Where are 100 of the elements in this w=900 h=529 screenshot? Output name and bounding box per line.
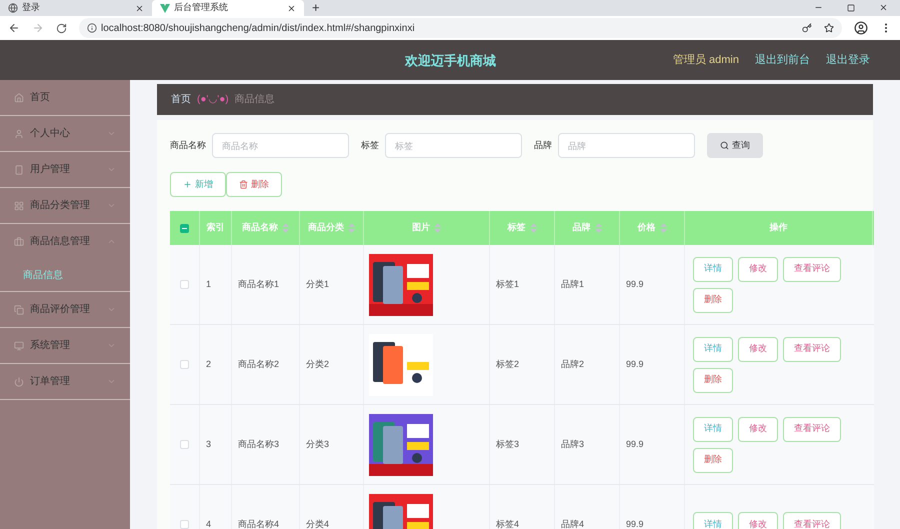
table-cell-text: 分类3 xyxy=(306,438,330,451)
edit-button[interactable]: 查看评论 xyxy=(783,416,841,442)
grid-icon xyxy=(14,200,24,210)
profile-icon[interactable] xyxy=(854,21,868,35)
tab-title: 登录 xyxy=(22,1,41,14)
sidebar-label: 商品分类管理 xyxy=(30,198,91,213)
edit-button[interactable]: 修改 xyxy=(738,336,778,362)
phone-icon xyxy=(14,164,24,174)
sidebar-item[interactable]: 用户管理 xyxy=(0,152,130,187)
maximize-icon[interactable] xyxy=(847,4,855,12)
sort-icon xyxy=(594,223,602,233)
sidebar-item[interactable]: 个人中心 xyxy=(0,116,130,151)
sidebar-label: 系统管理 xyxy=(30,338,71,353)
table-cell: 分类4 xyxy=(306,518,330,529)
search-button[interactable]: 查询 xyxy=(707,133,763,158)
field-label: 品牌 xyxy=(534,138,552,152)
row-checkbox[interactable] xyxy=(180,360,189,369)
browser-tab[interactable]: 后台管理系统 xyxy=(152,0,304,16)
sort-icon xyxy=(530,223,536,233)
tab-title: 后台管理系统 xyxy=(174,1,229,14)
header-link[interactable]: 退出到前台 xyxy=(755,52,810,68)
details-button[interactable]: 详情 xyxy=(693,256,733,282)
browser-tab[interactable]: 登录 xyxy=(0,0,152,16)
chevron-up-icon xyxy=(107,237,116,246)
chevron-down-icon xyxy=(107,305,116,314)
sort-icon xyxy=(348,223,355,233)
table-cell: 商品名称4 xyxy=(238,518,280,529)
sidebar-item[interactable]: 商品分类管理 xyxy=(0,188,130,223)
edit-button[interactable]: 修改 xyxy=(738,512,778,529)
sidebar-item[interactable]: 商品评价管理 xyxy=(0,292,130,327)
sidebar-item[interactable]: 订单管理 xyxy=(0,364,130,399)
sidebar-label: 商品评价管理 xyxy=(30,302,91,317)
table-cell-text: 99.9 xyxy=(626,438,644,451)
sidebar-item[interactable]: 系统管理 xyxy=(0,328,130,363)
logo-icon xyxy=(160,4,170,12)
delete-button[interactable]: 删除 xyxy=(226,172,282,197)
table-cell-text: 分类2 xyxy=(306,358,330,371)
briefcase-icon xyxy=(14,236,24,246)
sort-icon xyxy=(660,223,666,233)
user-icon xyxy=(14,128,24,138)
table-cell-text: 99.9 xyxy=(626,278,644,291)
sidebar-label: 首页 xyxy=(30,91,51,105)
search-field[interactable]: 标签 xyxy=(385,133,522,158)
edit-button[interactable]: 修改 xyxy=(738,256,778,282)
add-button[interactable]: 新增 xyxy=(170,172,226,197)
edit-button[interactable]: 查看评论 xyxy=(783,336,841,362)
edit-button[interactable]: 查看评论 xyxy=(783,256,841,282)
table-cell-text: 1 xyxy=(206,278,212,291)
table-cell: 标签4 xyxy=(496,518,520,529)
sort-icon xyxy=(282,223,289,233)
table-cell: 99.9 xyxy=(626,518,644,529)
back-icon[interactable] xyxy=(8,22,20,34)
row-checkbox[interactable] xyxy=(180,280,189,289)
table-cell: 4 xyxy=(206,518,212,529)
address-bar[interactable]: localhost:8080/shoujishangcheng/admin/dist/index.html#/shangpinxinxi xyxy=(79,18,842,38)
table-cell-text: 分类1 xyxy=(306,278,330,291)
home-icon xyxy=(14,92,24,102)
close-window-icon[interactable] xyxy=(879,3,888,12)
search-field[interactable]: 商品名称 xyxy=(212,133,349,158)
edit-button[interactable]: 修改 xyxy=(738,416,778,442)
breadcrumb-current: 商品信息 xyxy=(234,92,275,107)
app-title: 欢迎迈手机商城 xyxy=(405,52,496,70)
header-link[interactable]: 退出登录 xyxy=(826,52,870,68)
select-all-checkbox[interactable] xyxy=(180,224,189,232)
sidebar-item[interactable]: 商品信息管理 xyxy=(0,224,130,259)
monitor-icon xyxy=(14,340,24,350)
delete-button[interactable]: 删除 xyxy=(693,368,733,392)
details-button[interactable]: 详情 xyxy=(693,512,733,529)
table-cell-text: 商品名称3 xyxy=(238,438,280,451)
field-label: 标签 xyxy=(361,138,379,152)
submenu-item[interactable]: 商品信息 xyxy=(0,259,130,291)
breadcrumb-link[interactable]: 首页 xyxy=(171,92,191,107)
row-checkbox[interactable] xyxy=(180,440,189,449)
table-cell-text: 标签2 xyxy=(496,358,520,371)
row-checkbox[interactable] xyxy=(180,520,189,529)
close-icon[interactable] xyxy=(287,4,296,12)
url-text: localhost:8080/shoujishangcheng/admin/dist/index.html#/shangpinxinxi xyxy=(101,22,415,36)
key-icon[interactable] xyxy=(802,23,812,33)
delete-button[interactable]: 删除 xyxy=(693,448,733,472)
close-icon[interactable] xyxy=(135,4,144,12)
search-field[interactable]: 品牌 xyxy=(558,133,695,158)
delete-button[interactable]: 删除 xyxy=(693,288,733,312)
details-button[interactable]: 详情 xyxy=(693,336,733,362)
admin-label: 管理员 admin xyxy=(672,52,739,68)
plus-icon xyxy=(183,180,192,189)
table-cell: 品牌4 xyxy=(561,518,584,529)
reload-icon[interactable] xyxy=(56,22,67,34)
table-cell-text: 品牌3 xyxy=(561,438,584,451)
star-icon[interactable] xyxy=(824,23,834,33)
table-cell-text: 2 xyxy=(206,358,212,371)
edit-button[interactable]: 查看评论 xyxy=(783,512,841,529)
table-cell-text: 标签3 xyxy=(496,438,520,451)
new-tab-button[interactable]: + xyxy=(312,0,320,16)
sidebar-item[interactable]: 首页 xyxy=(0,80,130,115)
table-cell-text: 标签1 xyxy=(496,278,520,291)
trash-icon xyxy=(239,180,248,189)
table-cell-text: 3 xyxy=(206,438,212,451)
details-button[interactable]: 详情 xyxy=(693,416,733,442)
table-cell-text: 99.9 xyxy=(626,358,644,371)
chevron-down-icon xyxy=(107,201,116,210)
